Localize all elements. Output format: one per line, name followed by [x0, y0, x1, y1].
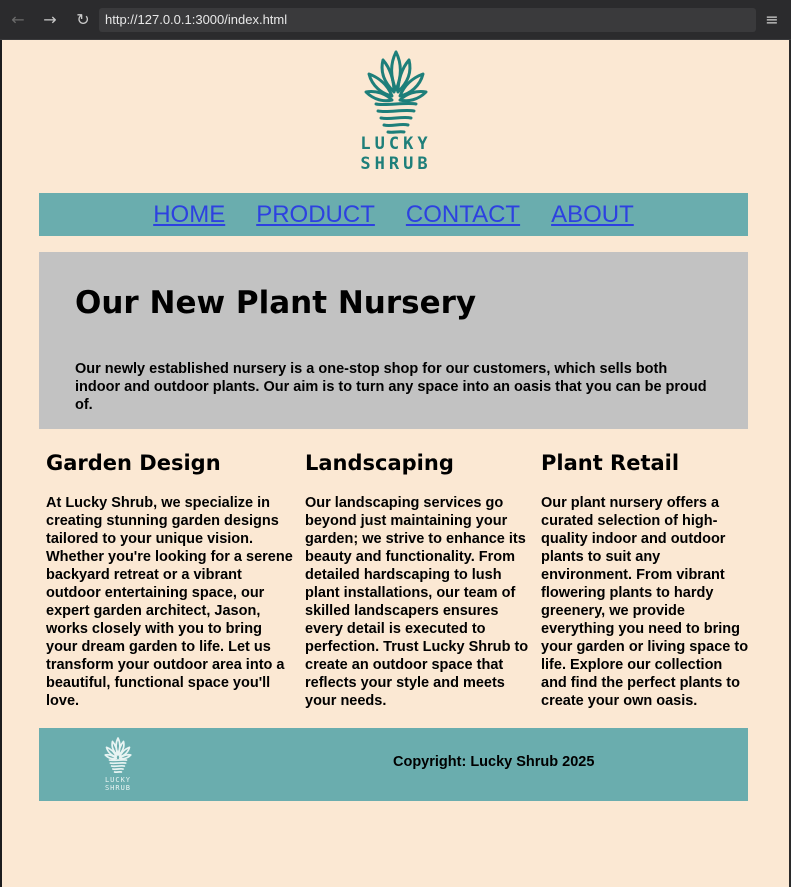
forward-arrow-icon[interactable]: →	[39, 9, 61, 31]
footer-logo-text-shrub: SHRUB	[104, 784, 132, 792]
footer: LUCKY SHRUB Copyright: Lucky Shrub 2025	[39, 728, 748, 801]
footer-logo-text-lucky: LUCKY	[104, 776, 132, 784]
column-title: Garden Design	[46, 451, 221, 475]
service-column-garden-design: Garden Design At Lucky Shrub, we special…	[46, 448, 294, 710]
service-column-landscaping: Landscaping Our landscaping services go …	[305, 448, 529, 710]
logo-text-shrub: SHRUB	[360, 154, 432, 174]
lucky-shrub-logo: LUCKY SHRUB	[356, 46, 436, 178]
nav-link-home[interactable]: HOME	[153, 201, 225, 229]
nav-link-about[interactable]: ABOUT	[551, 201, 634, 229]
menu-icon[interactable]: ≡	[763, 9, 781, 31]
hero-title: Our New Plant Nursery	[75, 285, 477, 321]
plant-pot-logo-icon	[364, 50, 428, 134]
hero-text: Our newly established nursery is a one-s…	[75, 361, 707, 413]
nav-link-contact[interactable]: CONTACT	[406, 201, 520, 229]
main-nav: HOME PRODUCT CONTACT ABOUT	[39, 193, 748, 236]
logo-text-lucky: LUCKY	[360, 134, 432, 154]
browser-toolbar: ← → ↻ http://127.0.0.1:3000/index.html ≡	[0, 0, 791, 40]
nav-link-product[interactable]: PRODUCT	[256, 201, 375, 229]
address-bar[interactable]: http://127.0.0.1:3000/index.html	[99, 8, 756, 32]
column-title: Plant Retail	[541, 451, 680, 475]
column-text: Our plant nursery offers a curated selec…	[541, 495, 749, 709]
back-arrow-icon[interactable]: ←	[7, 9, 29, 31]
column-text: At Lucky Shrub, we specialize in creatin…	[46, 495, 293, 709]
reload-icon[interactable]: ↻	[72, 9, 94, 31]
column-text: Our landscaping services go beyond just …	[305, 495, 529, 709]
service-column-plant-retail: Plant Retail Our plant nursery offers a …	[541, 448, 751, 710]
footer-logo: LUCKY SHRUB	[101, 734, 135, 794]
copyright-text: Copyright: Lucky Shrub 2025	[393, 754, 595, 770]
plant-pot-logo-icon	[104, 737, 132, 773]
column-title: Landscaping	[305, 451, 454, 475]
hero-section: Our New Plant Nursery Our newly establis…	[39, 252, 748, 429]
